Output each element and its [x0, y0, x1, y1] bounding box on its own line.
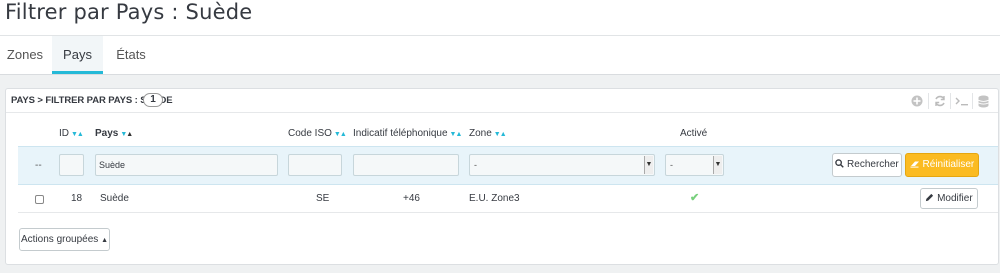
filter-zone-select[interactable]: - ▼ — [469, 154, 655, 176]
tab-zones[interactable]: Zones — [0, 36, 50, 74]
column-header-iso[interactable]: Code ISO ▼▲ — [288, 128, 347, 139]
filter-id-input[interactable] — [59, 154, 84, 176]
sort-arrows-icon[interactable]: ▼▲ — [494, 131, 507, 138]
database-export-icon[interactable] — [972, 93, 994, 109]
sort-arrows-icon[interactable]: ▼▲ — [334, 131, 347, 138]
countries-panel: PAYS > FILTRER PAR PAYS : SUÈDE 1 ID ▼▲ P… — [5, 88, 999, 265]
eraser-icon — [910, 161, 919, 168]
column-header-id[interactable]: ID ▼▲ — [59, 128, 84, 139]
filter-active-select[interactable]: - ▼ — [665, 154, 724, 176]
edit-button[interactable]: Modifier — [920, 188, 978, 209]
reset-button[interactable]: Réinitialiser — [905, 153, 979, 177]
column-header-active: Activé — [680, 128, 708, 139]
tab-pays[interactable]: Pays — [52, 36, 103, 74]
filter-phone-input[interactable] — [353, 154, 459, 176]
panel-heading: PAYS > FILTRER PAR PAYS : SUÈDE 1 — [6, 89, 998, 113]
sql-query-icon[interactable] — [950, 93, 972, 109]
page-header: Filtrer par Pays : Suède — [0, 0, 1000, 36]
cell-id: 18 — [71, 193, 83, 204]
filter-row: -- Suède - ▼ - ▼ Rechercher Réinitialiser — [18, 146, 998, 185]
column-header-zone[interactable]: Zone ▼▲ — [469, 128, 507, 139]
panel-toolbar — [906, 93, 994, 109]
cell-phone: +46 — [403, 193, 420, 204]
search-icon — [835, 159, 845, 168]
caret-up-icon: ▲ — [101, 237, 108, 244]
cell-iso: SE — [316, 193, 330, 204]
sort-arrows-icon[interactable]: ▼▲ — [120, 131, 133, 138]
add-new-icon[interactable] — [906, 93, 928, 109]
count-badge: 1 — [143, 93, 163, 107]
table-row[interactable]: 18 Suède SE +46 E.U. Zone3 ✔ Modifier — [18, 186, 998, 213]
chevron-down-icon: ▼ — [713, 156, 722, 174]
bulk-select-placeholder: -- — [35, 160, 42, 171]
pencil-icon — [926, 193, 934, 202]
chevron-down-icon: ▼ — [644, 156, 653, 174]
search-button[interactable]: Rechercher — [832, 153, 902, 177]
refresh-icon[interactable] — [928, 93, 950, 109]
tab-etats[interactable]: États — [106, 36, 156, 74]
row-checkbox[interactable] — [35, 195, 44, 204]
sort-arrows-icon[interactable]: ▼▲ — [71, 131, 84, 138]
active-check-icon[interactable]: ✔ — [690, 191, 699, 204]
cell-pays: Suède — [100, 193, 129, 204]
filter-iso-input[interactable] — [288, 154, 342, 176]
sort-arrows-icon[interactable]: ▼▲ — [450, 131, 463, 138]
bulk-actions-button[interactable]: Actions groupées ▲ — [19, 228, 110, 251]
column-header-pays[interactable]: Pays ▼▲ — [95, 128, 133, 139]
filter-pays-input[interactable]: Suède — [95, 154, 278, 176]
column-header-phone[interactable]: Indicatif téléphonique ▼▲ — [353, 128, 463, 139]
tab-bar: Zones Pays États — [0, 36, 1000, 75]
page-title: Filtrer par Pays : Suède — [5, 0, 253, 24]
cell-zone: E.U. Zone3 — [469, 193, 520, 204]
